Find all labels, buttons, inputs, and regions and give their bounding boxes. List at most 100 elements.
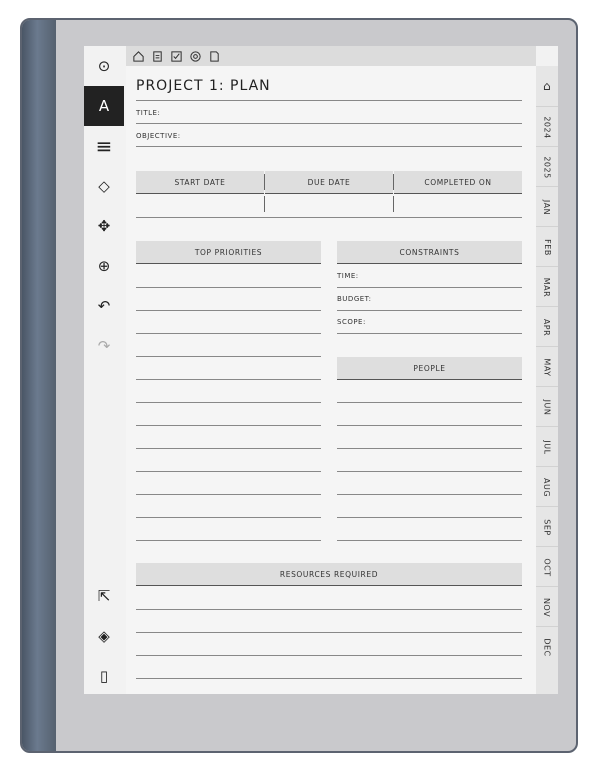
- constraints-header: CONSTRAINTS: [337, 241, 522, 264]
- column-divider: [393, 174, 394, 190]
- due-date-header: DUE DATE: [265, 171, 393, 194]
- priority-line[interactable]: [136, 287, 321, 288]
- tab-dec[interactable]: DEC: [536, 626, 558, 667]
- priority-line[interactable]: [136, 471, 321, 472]
- page-title: PROJECT 1: PLAN: [136, 78, 271, 94]
- home-icon: ⌂: [542, 79, 552, 93]
- move-icon[interactable]: ✥: [84, 206, 124, 246]
- zoom-icon[interactable]: ⊕: [84, 246, 124, 286]
- column-divider: [264, 196, 265, 212]
- priority-line[interactable]: [136, 425, 321, 426]
- tab-label: JAN: [542, 199, 552, 215]
- planner-page: PROJECT 1: PLAN TITLE: OBJECTIVE: START …: [126, 66, 536, 694]
- people-line[interactable]: [337, 540, 522, 541]
- undo-icon[interactable]: ↶: [84, 286, 124, 326]
- tab-jul[interactable]: JUL: [536, 426, 558, 467]
- tab-feb[interactable]: FEB: [536, 226, 558, 267]
- objective-line[interactable]: [136, 146, 522, 147]
- document-icon[interactable]: [208, 50, 221, 63]
- tab-2024[interactable]: 2024: [536, 106, 558, 147]
- priority-line[interactable]: [136, 356, 321, 357]
- tab-label: JUL: [542, 439, 552, 455]
- priority-line[interactable]: [136, 379, 321, 380]
- check-icon[interactable]: [170, 50, 183, 63]
- time-label: TIME:: [337, 272, 359, 280]
- divider: [136, 100, 522, 101]
- dates-line[interactable]: [136, 217, 522, 218]
- tab-apr[interactable]: APR: [536, 306, 558, 347]
- left-toolbar: ⊙ A ≡ ◇ ✥ ⊕ ↶ ↷ ⇱ ◈ ▯: [84, 46, 124, 694]
- tab-sep[interactable]: SEP: [536, 506, 558, 547]
- tab-label: OCT: [542, 557, 552, 577]
- people-line[interactable]: [337, 494, 522, 495]
- menu-circle-icon[interactable]: ⊙: [84, 46, 124, 86]
- tab-may[interactable]: MAY: [536, 346, 558, 387]
- clipboard-icon[interactable]: [151, 50, 164, 63]
- scope-line[interactable]: [337, 333, 522, 334]
- time-line[interactable]: [337, 287, 522, 288]
- screen: ⊙ A ≡ ◇ ✥ ⊕ ↶ ↷ ⇱ ◈ ▯ ✕ PROJECT 1: PLAN …: [84, 46, 558, 694]
- tab-label: SEP: [542, 518, 552, 536]
- home-icon[interactable]: [132, 50, 145, 63]
- resources-line[interactable]: [136, 632, 522, 633]
- column-divider: [393, 196, 394, 212]
- page-icon[interactable]: ▯: [84, 656, 124, 696]
- people-line[interactable]: [337, 448, 522, 449]
- tablet-device: ⊙ A ≡ ◇ ✥ ⊕ ↶ ↷ ⇱ ◈ ▯ ✕ PROJECT 1: PLAN …: [20, 18, 578, 753]
- tab-label: APR: [542, 318, 552, 336]
- top-priorities-header: TOP PRIORITIES: [136, 241, 321, 264]
- priority-line[interactable]: [136, 310, 321, 311]
- people-line[interactable]: [337, 402, 522, 403]
- start-date-header: START DATE: [136, 171, 264, 194]
- tab-label: FEB: [542, 238, 552, 256]
- resources-header: RESOURCES REQUIRED: [136, 563, 522, 586]
- tab-nov[interactable]: NOV: [536, 586, 558, 627]
- eraser-icon[interactable]: ◇: [84, 166, 124, 206]
- budget-label: BUDGET:: [337, 295, 372, 303]
- tab-label: 2024: [542, 115, 552, 139]
- resources-line[interactable]: [136, 609, 522, 610]
- title-label: TITLE:: [136, 109, 161, 117]
- tab-mar[interactable]: MAR: [536, 266, 558, 307]
- budget-line[interactable]: [337, 310, 522, 311]
- people-line[interactable]: [337, 517, 522, 518]
- tab-label: JUN: [542, 399, 552, 415]
- tab-label: AUG: [542, 477, 552, 497]
- tab-label: DEC: [542, 637, 552, 657]
- tab-home[interactable]: ⌂: [536, 66, 558, 106]
- priority-line[interactable]: [136, 540, 321, 541]
- tab-aug[interactable]: AUG: [536, 466, 558, 507]
- device-spine: [22, 20, 56, 751]
- people-line[interactable]: [337, 425, 522, 426]
- people-line[interactable]: [337, 471, 522, 472]
- priority-line[interactable]: [136, 402, 321, 403]
- tab-oct[interactable]: OCT: [536, 546, 558, 587]
- redo-icon[interactable]: ↷: [84, 326, 124, 366]
- tab-label: NOV: [542, 597, 552, 617]
- stroke-icon[interactable]: ≡: [84, 126, 124, 166]
- tab-jan[interactable]: JAN: [536, 186, 558, 227]
- top-nav-bar: [126, 46, 536, 66]
- priority-line[interactable]: [136, 448, 321, 449]
- pen-icon[interactable]: A: [84, 86, 124, 126]
- priority-line[interactable]: [136, 494, 321, 495]
- resources-line[interactable]: [136, 655, 522, 656]
- tab-label: MAR: [542, 277, 552, 297]
- scope-label: SCOPE:: [337, 318, 366, 326]
- tab-label: 2025: [542, 155, 552, 179]
- priority-line[interactable]: [136, 333, 321, 334]
- layers-icon[interactable]: ◈: [84, 616, 124, 656]
- completed-on-header: COMPLETED ON: [394, 171, 522, 194]
- share-icon[interactable]: ⇱: [84, 576, 124, 616]
- tab-jun[interactable]: JUN: [536, 386, 558, 427]
- title-line[interactable]: [136, 123, 522, 124]
- resources-line[interactable]: [136, 678, 522, 679]
- tab-2025[interactable]: 2025: [536, 146, 558, 187]
- column-divider: [264, 174, 265, 190]
- priority-line[interactable]: [136, 517, 321, 518]
- target-icon[interactable]: [189, 50, 202, 63]
- month-tabs: ⌂ 2024 2025 JAN FEB MAR APR MAY JUN JUL …: [536, 66, 558, 694]
- people-header: PEOPLE: [337, 357, 522, 380]
- tab-label: MAY: [542, 357, 552, 377]
- objective-label: OBJECTIVE:: [136, 132, 181, 140]
